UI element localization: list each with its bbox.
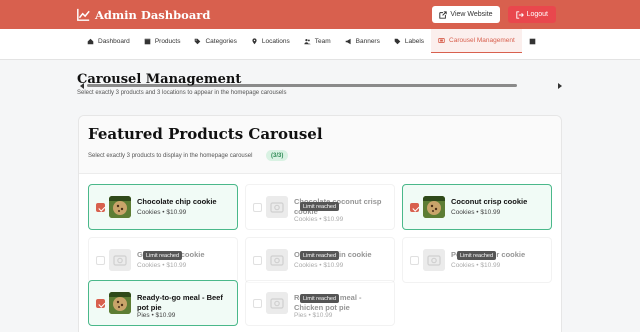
limit-reached-badge: Limit reached xyxy=(300,251,340,260)
box-icon xyxy=(144,38,151,44)
product-card[interactable]: Ready-to-go meal - Chicken pot piePies •… xyxy=(245,280,395,326)
main-nav: Dashboard Products Categories Locations Team… xyxy=(0,29,640,89)
product-meta: Cookies • $10.99 xyxy=(451,209,501,216)
logout-button[interactable]: Logout xyxy=(507,6,556,23)
chart-line-icon xyxy=(77,8,90,21)
page-subtitle: Select exactly 3 products and 3 location… xyxy=(77,90,287,96)
external-link-icon xyxy=(439,10,448,19)
megaphone-icon xyxy=(345,38,351,44)
nav-tab-banners[interactable]: Banners xyxy=(338,29,387,53)
product-name: Chocolate chip cookie xyxy=(137,197,217,206)
product-card[interactable]: Chocolate chip cookie Cookies • $10.99 xyxy=(88,184,238,230)
grid-icon xyxy=(529,38,536,44)
product-checkbox[interactable] xyxy=(410,256,419,265)
tags-icon xyxy=(394,38,401,44)
product-checkbox[interactable] xyxy=(253,203,262,212)
product-meta: Pies • $10.99 xyxy=(137,312,176,319)
tag-icon xyxy=(195,38,201,44)
users-icon xyxy=(304,38,311,44)
product-thumbnail xyxy=(423,196,445,218)
nav-tab-categories[interactable]: Categories xyxy=(187,29,243,53)
product-meta: Cookies • $10.99 xyxy=(137,262,187,269)
product-card[interactable]: Gingersnap cookieCookies • $10.99 xyxy=(88,237,238,283)
product-checkbox[interactable] xyxy=(253,299,262,308)
image-placeholder-icon xyxy=(266,292,288,314)
nav-tabs: Dashboard Products Categories Locations Team… xyxy=(80,29,543,53)
product-name: Coconut crisp cookie xyxy=(451,197,528,206)
product-card[interactable]: Oatmeal raisin cookieCookies • $10.99 xyxy=(245,237,395,283)
nav-tab-dashboard[interactable]: Dashboard xyxy=(80,29,137,53)
product-card[interactable]: Ready-to-go meal - Beef pot pie Pies • $1… xyxy=(88,280,238,326)
nav-tab-label: Categories xyxy=(205,37,237,45)
product-checkbox[interactable] xyxy=(410,203,419,212)
limit-reached-badge: Limit reached xyxy=(300,202,340,211)
nav-tab-locations[interactable]: Locations xyxy=(244,29,297,53)
nav-tab-team[interactable]: Team xyxy=(297,29,338,53)
section-description: Select exactly 3 products to display in … xyxy=(88,153,253,159)
product-checkbox[interactable] xyxy=(96,299,105,308)
top-header: Admin Dashboard View Website Logout xyxy=(0,0,640,29)
product-thumbnail xyxy=(109,292,131,314)
limit-reached-badge: Limit reached xyxy=(143,251,183,260)
limit-reached-badge: Limit reached xyxy=(300,294,340,303)
product-thumbnail xyxy=(109,196,131,218)
image-placeholder-icon xyxy=(266,196,288,218)
product-meta: Cookies • $10.99 xyxy=(451,262,501,269)
nav-tab-label: Products xyxy=(154,37,181,45)
nav-tab-label: Locations xyxy=(261,37,290,45)
section-title: Featured Products Carousel xyxy=(88,125,323,143)
product-checkbox[interactable] xyxy=(96,203,105,212)
product-meta: Cookies • $10.99 xyxy=(294,262,344,269)
nav-tab-carousel-management[interactable]: Carousel Management xyxy=(431,29,522,53)
product-checkbox[interactable] xyxy=(253,256,262,265)
product-name: Ready-to-go meal - Beef pot pie xyxy=(137,293,223,312)
selection-count-badge: (3/3) xyxy=(266,150,289,161)
nav-tab-products[interactable]: Products xyxy=(137,29,188,53)
nav-tab-overflow[interactable] xyxy=(522,29,543,53)
carousel-icon xyxy=(438,37,445,44)
nav-tab-labels[interactable]: Labels xyxy=(387,29,431,53)
view-website-label: View Website xyxy=(450,11,493,18)
scroll-right-arrow[interactable] xyxy=(558,83,562,89)
product-meta: Pies • $10.99 xyxy=(294,312,333,319)
product-meta: Cookies • $10.99 xyxy=(137,209,187,216)
brand[interactable]: Admin Dashboard xyxy=(77,8,210,22)
nav-tab-label: Carousel Management xyxy=(449,37,515,44)
section-header: Featured Products Carousel Select exactl… xyxy=(79,116,561,174)
image-placeholder-icon xyxy=(266,249,288,271)
nav-tab-label: Team xyxy=(314,37,331,45)
nav-tab-label: Labels xyxy=(404,37,425,45)
nav-tab-label: Dashboard xyxy=(98,37,130,45)
product-card[interactable]: Coconut crisp cookie Cookies • $10.99 xyxy=(402,184,552,230)
app-title: Admin Dashboard xyxy=(95,7,211,22)
nav-tab-label: Banners xyxy=(355,37,380,45)
image-placeholder-icon xyxy=(109,249,131,271)
product-card[interactable]: Peanut butter cookieCookies • $10.99 xyxy=(402,237,552,283)
logout-icon xyxy=(515,10,524,19)
product-checkbox[interactable] xyxy=(96,256,105,265)
logout-label: Logout xyxy=(526,11,548,18)
image-placeholder-icon xyxy=(423,249,445,271)
home-icon xyxy=(87,38,94,44)
page-title: Carousel Management xyxy=(77,72,242,87)
view-website-button[interactable]: View Website xyxy=(432,6,500,23)
product-meta: Cookies • $10.99 xyxy=(294,216,344,223)
map-pin-icon xyxy=(252,37,257,44)
limit-reached-badge: Limit reached xyxy=(457,251,497,260)
